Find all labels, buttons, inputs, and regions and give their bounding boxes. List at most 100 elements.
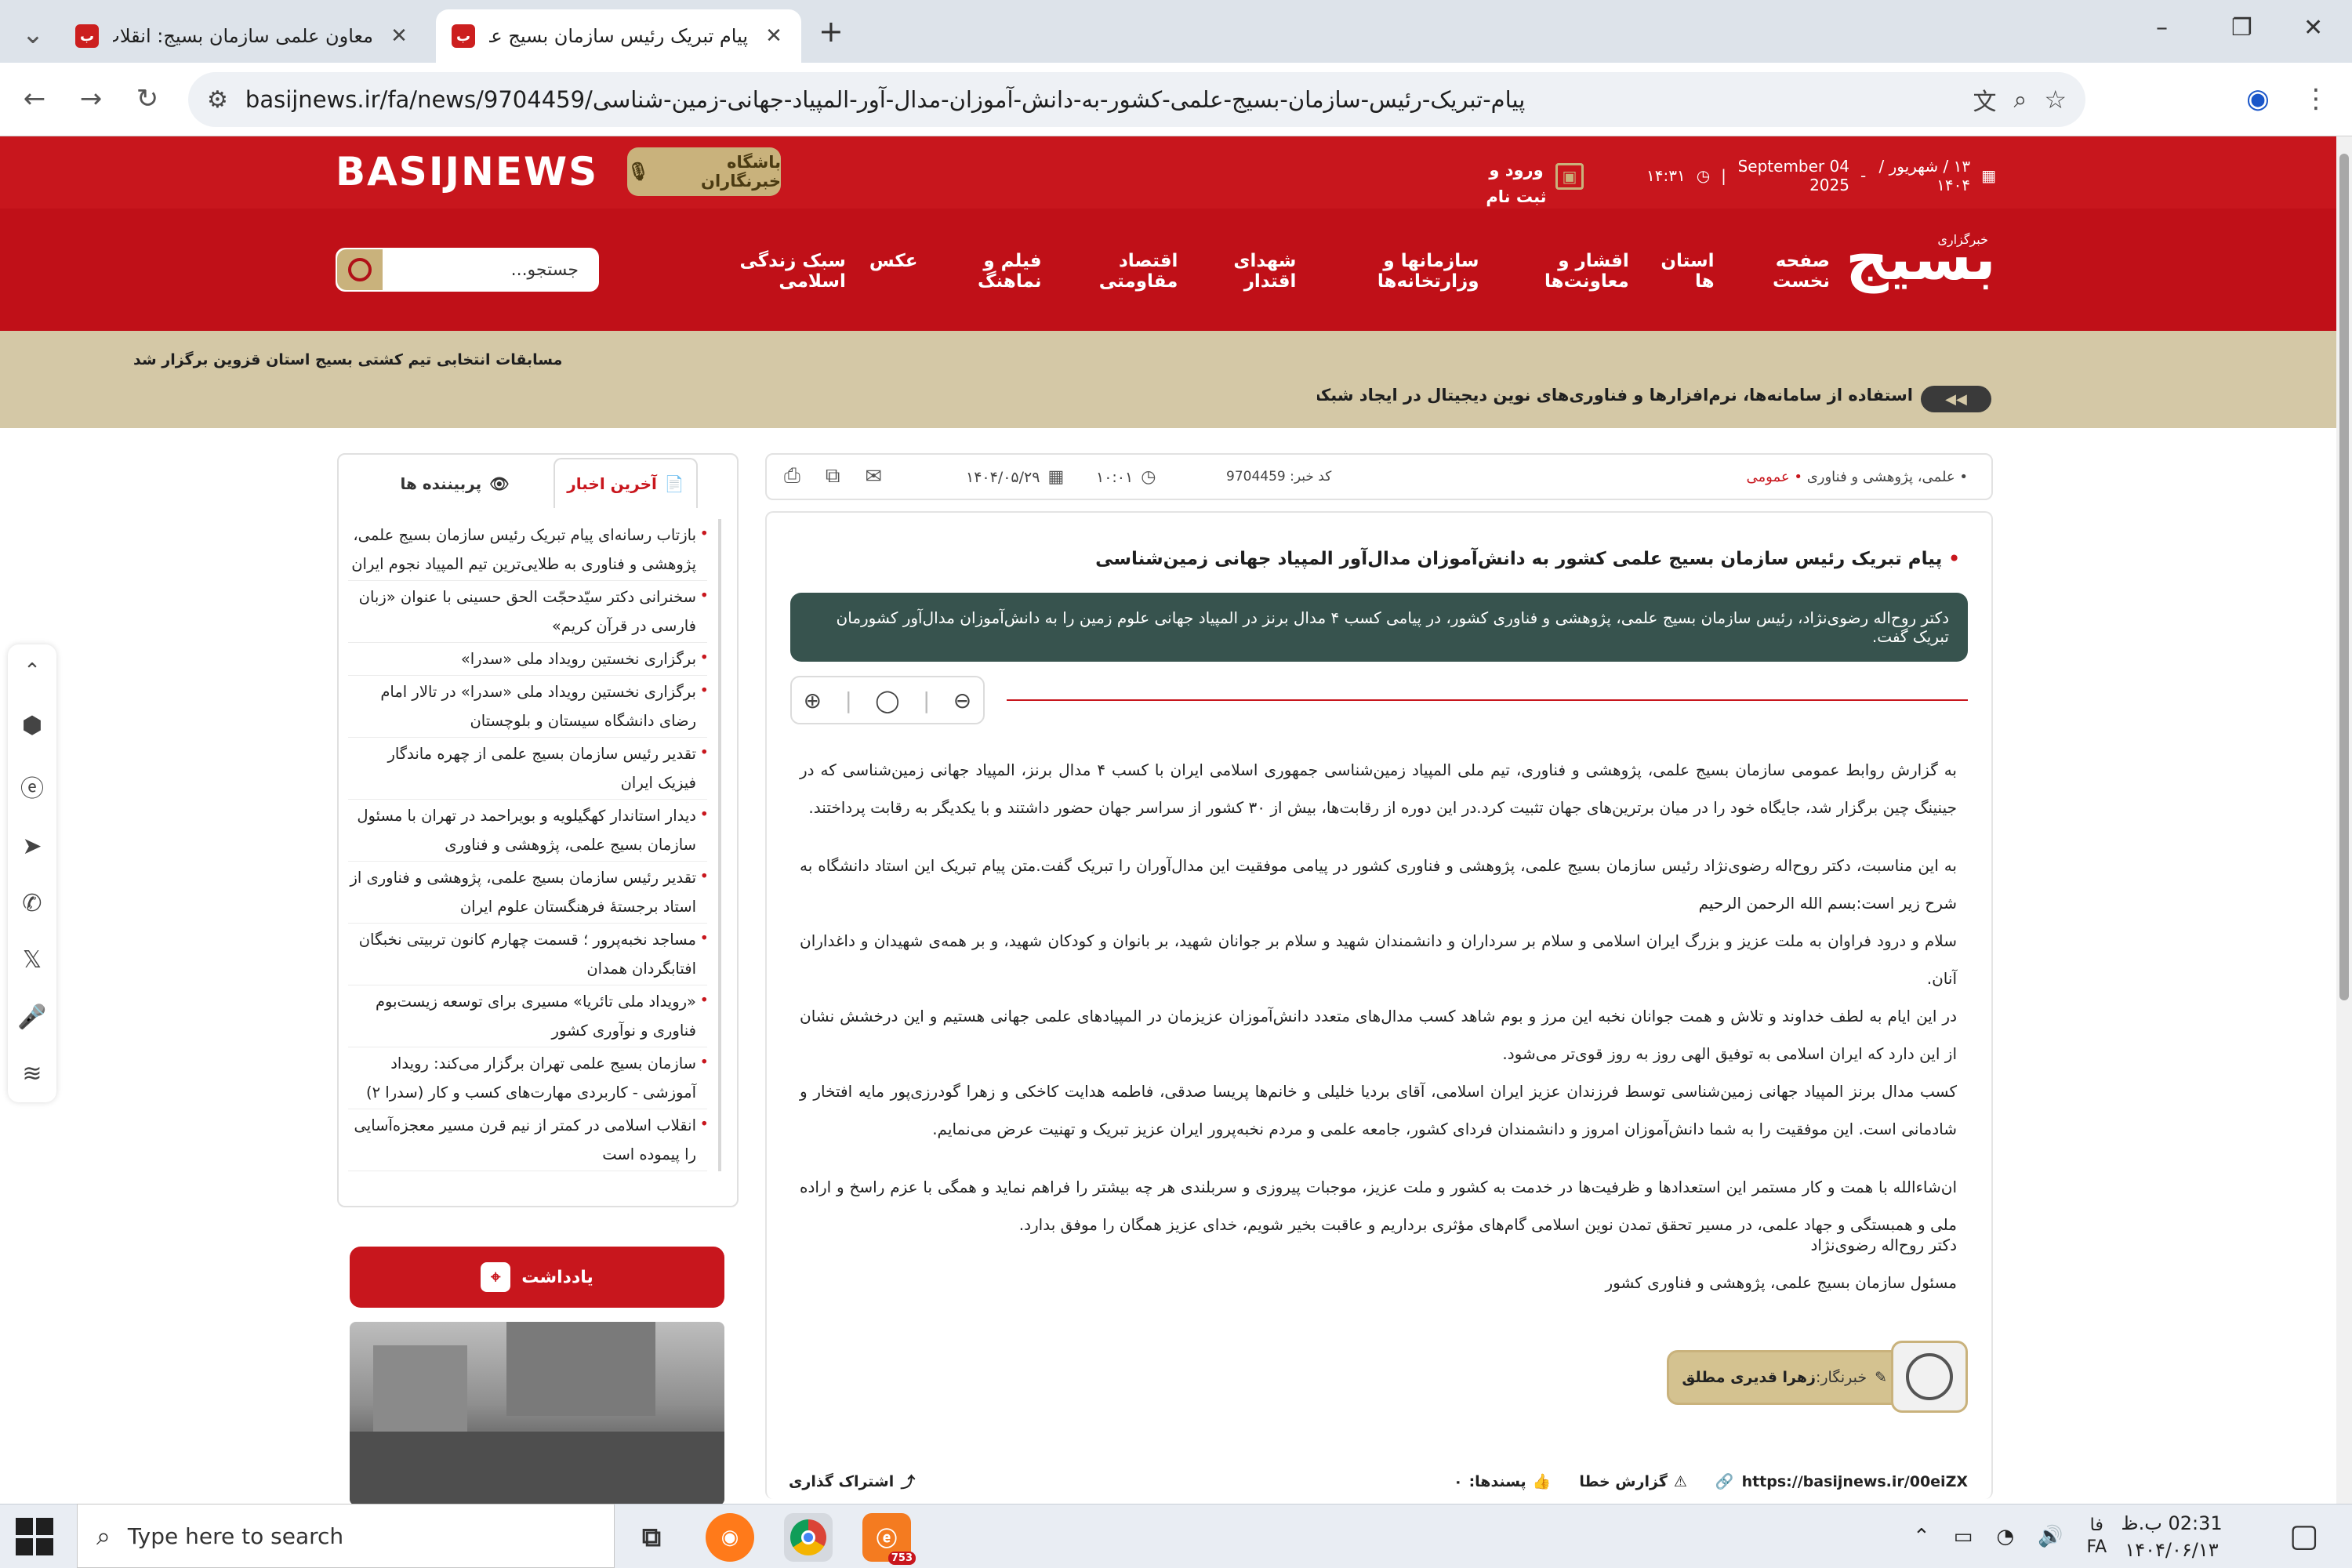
browser-tab-active[interactable]: ب پیام تبریک رئیس سازمان بسیج علمی ✕ [436,9,801,63]
article-time: ۱۰:۰۱ ◷ [1096,467,1156,487]
list-item[interactable]: دیدار استاندار کهگیلویه و بویراحمد در ته… [348,800,709,862]
telegram-icon[interactable]: ➤ [22,833,42,860]
tray-expand-icon[interactable]: ⌃ [1913,1525,1930,1548]
zoom-out-icon[interactable]: ⊖ [953,688,971,713]
list-item[interactable]: «رویداد ملی تائریا» مسیری برای توسعه زیس… [348,985,709,1047]
report-error-button[interactable]: ⚠ گزارش خطا [1579,1473,1687,1490]
messenger-app-icon[interactable]: ⓔ 753 [862,1513,916,1565]
search-button[interactable] [337,249,383,290]
collapse-chevron-icon[interactable]: ⌃ [24,659,41,683]
nav-item-lifestyle[interactable]: سبک زندگی اسلامی [706,251,846,292]
calendar-icon: ▦ [1047,467,1065,487]
user-login-icon[interactable]: ▣ [1555,163,1584,190]
new-tab-button[interactable]: + [818,14,844,49]
thumbs-up-icon: 👍 [1532,1473,1552,1490]
back-arrow-icon[interactable]: ← [13,77,56,121]
note-thumbnail-image[interactable] [350,1322,724,1505]
zoom-icon[interactable]: ⌕ [2014,86,2027,114]
eitaa-icon[interactable]: ⓔ [20,769,44,804]
login-register-link[interactable]: ورود و ثبت نام [1477,157,1555,210]
window-close-button[interactable]: ✕ [2303,14,2323,42]
list-item[interactable]: تقدیر رئیس سازمان بسیج علمی، پژوهشی و فن… [348,862,709,924]
ticker-headline-main[interactable]: استفاده از سامانه‌ها، نرم‌افزارها و فناو… [1317,386,1913,405]
forward-arrow-icon[interactable]: → [69,77,113,121]
reload-icon[interactable]: ↻ [125,77,169,121]
rss-icon[interactable]: ≋ [22,1060,42,1087]
latest-news-list: بازتاب رسانه‌ای پیام تبریک رئیس سازمان ب… [348,519,721,1171]
microphone-icon: 🎙 [627,162,649,182]
scrollbar-thumb[interactable] [2339,154,2349,1000]
tab-close-icon[interactable]: ✕ [387,24,411,48]
window-minimize-button[interactable]: – [2156,14,2168,42]
signature-title: مسئول سازمان بسیج علمی، پژوهشی و فناوری … [1605,1273,1957,1292]
volume-icon[interactable]: 🔊 [2038,1525,2063,1548]
clock-icon: ◷ [1141,467,1156,487]
eye-icon: 👁 [489,474,510,493]
list-item[interactable]: مساجد نخبه‌پرور ؛ قسمت چهارم کانون تربیت… [348,924,709,985]
notifications-icon[interactable]: ▢ [2289,1518,2319,1554]
list-item[interactable]: تقدیر رئیس سازمان بسیج علمی از چهره ماند… [348,738,709,800]
nav-item-home[interactable]: صفحه نخست [1738,251,1830,292]
list-item[interactable]: انقلاب اسلامی در کمتر از نیم قرن مسیر مع… [348,1109,709,1171]
nav-item-photo[interactable]: عکس [869,251,918,292]
share-button[interactable]: ⤴ اشتراک گذاری [789,1471,915,1492]
address-bar[interactable]: ⚙ basijnews.ir/fa/news/9704459/پیام-تبری… [188,72,2085,127]
browser-tab-inactive[interactable]: ب معاون علمی سازمان بسیج: انقلاب ✕ [60,9,426,63]
cube-icon[interactable]: ⬢ [22,712,42,739]
x-twitter-icon[interactable]: 𝕏 [23,946,42,974]
basijnews-logo-en[interactable]: BASIJNEWS [336,149,598,194]
wifi-icon[interactable]: ◔ [1996,1525,2014,1548]
tab-most-viewed[interactable]: 👁 پربیننده ها [376,464,533,503]
print-icon[interactable]: ⎙ [784,464,800,488]
taskbar-clock[interactable]: 02:31 ب.ظ ۱۴۰۴/۰۶/۱۳ [2101,1510,2242,1563]
tab-close-icon[interactable]: ✕ [762,24,786,48]
chrome-icon[interactable] [784,1513,833,1562]
basij-logo-fa[interactable]: خبرگزاری بسیج [1842,227,1999,314]
reporters-club-button[interactable]: باشگاه خبرنگاران 🎙 [627,147,781,196]
article-paragraph: به گزارش روابط عمومی سازمان بسیج علمی، پ… [800,760,1957,817]
profile-icon[interactable]: ◉ [2236,77,2280,121]
clock-icon: ◷ [1696,166,1711,185]
zoom-in-icon[interactable]: ⊕ [804,688,822,713]
nav-item-organizations[interactable]: سازمانها و وزارتخانه‌ها [1319,251,1479,292]
tab-title: معاون علمی سازمان بسیج: انقلاب [113,25,373,47]
notification-badge: 753 [887,1552,916,1565]
nav-item-economy[interactable]: اقتصاد مقاومتی [1065,251,1178,292]
article-paragraph: به این مناسبت، دکتر روح‌اله رضوی‌نژاد رئ… [800,856,1957,913]
list-item[interactable]: برگزاری نخستین رویداد ملی «سدرا» [348,643,709,676]
url-text: basijnews.ir/fa/news/9704459/پیام-تبریک-… [245,86,1526,113]
time: ۱۴:۳۱ [1646,166,1686,185]
battery-icon[interactable]: ▭ [1954,1525,1973,1548]
task-view-icon[interactable]: ⧉ [627,1513,676,1562]
ticker-headline-small[interactable]: مسابقات انتخابی تیم کشتی بسیج استان قزوی… [133,351,562,368]
whatsapp-icon[interactable]: ✆ [22,890,42,917]
taskbar-search-placeholder: Type here to search [127,1523,344,1549]
list-item[interactable]: بازتاب رسانه‌ای پیام تبریک رئیس سازمان ب… [348,519,709,581]
reporter-avatar [1891,1341,1968,1413]
notes-section-button[interactable]: یادداشت ⌖ [350,1247,724,1308]
nav-item-sectors[interactable]: اقشار و معاونت‌ها [1503,251,1629,292]
tab-latest-news[interactable]: 📄 آخرین اخبار [554,458,698,508]
nav-item-video[interactable]: فیلم و نماهنگ [942,251,1042,292]
menu-kebab-icon[interactable]: ⋮ [2294,77,2338,121]
zoom-reset-icon[interactable]: ◯ [875,688,899,713]
translate-icon[interactable]: 文 [1973,82,1997,117]
list-item[interactable]: برگزاری نخستین رویداد ملی «سدرا» در تالا… [348,676,709,738]
list-item[interactable]: سازمان بسیج علمی تهران برگزار می‌کند: رو… [348,1047,709,1109]
windows-start-icon[interactable] [16,1518,53,1555]
nav-item-provinces[interactable]: استان ها [1653,251,1714,292]
firefox-icon[interactable]: ◉ [706,1513,754,1562]
microphone-icon[interactable]: 🎤 [17,1004,46,1031]
main-navigation: صفحه نخست استان ها اقشار و معاونت‌ها ساز… [706,251,1830,292]
site-info-icon[interactable]: ⚙ [207,86,228,114]
window-restore-button[interactable]: ❐ [2231,14,2252,42]
short-link[interactable]: 🔗 https://basijnews.ir/00eiZX [1715,1472,1968,1491]
copy-icon[interactable]: ⧉ [826,464,840,488]
like-button[interactable]: 👍 پسندها: ۰ [1454,1472,1552,1491]
tab-search-chevron-icon[interactable]: ⌄ [11,13,55,56]
list-item[interactable]: سخنرانی دکتر سیّدحجّت الحق حسینی با عنوا… [348,581,709,643]
taskbar-search-input[interactable]: ⌕ Type here to search [77,1504,615,1568]
email-icon[interactable]: ✉ [865,465,882,488]
bookmark-star-icon[interactable]: ☆ [2044,85,2067,114]
nav-item-martyrs[interactable]: شهدای اقتدار [1201,251,1296,292]
